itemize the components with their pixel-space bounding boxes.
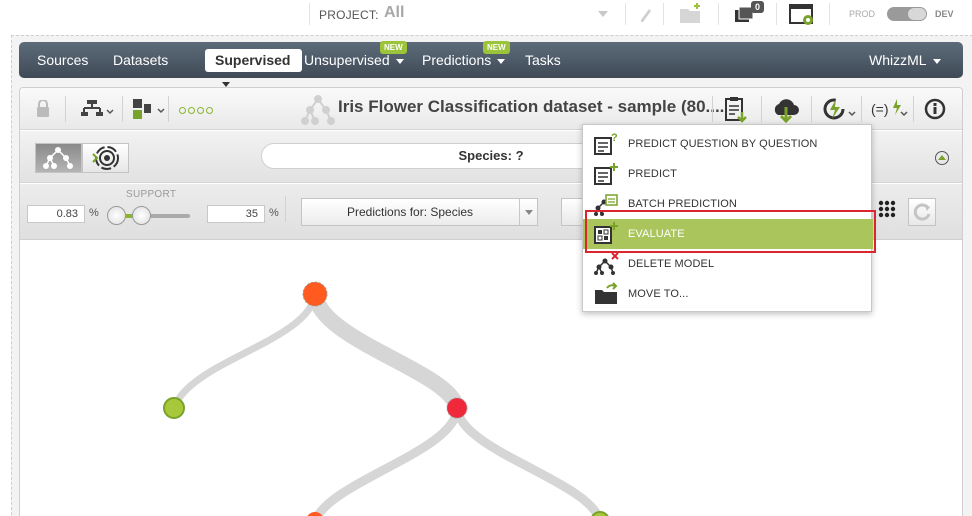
- sunburst-view-button[interactable]: [82, 143, 129, 173]
- menu-item-predict-question[interactable]: ? PREDICT QUESTION BY QUESTION: [583, 129, 873, 159]
- tree-branch: [452, 406, 603, 516]
- predict-question-icon: ?: [594, 132, 618, 155]
- chevron-down-icon: [932, 58, 941, 64]
- divider: [829, 3, 830, 25]
- divider: [761, 96, 762, 122]
- toggle-knob: [908, 8, 926, 20]
- tree-node-root[interactable]: [302, 281, 328, 307]
- predict-icon: [594, 163, 618, 185]
- refresh-button[interactable]: [908, 198, 936, 226]
- settings-window-icon[interactable]: [789, 3, 817, 25]
- divider: [663, 3, 664, 25]
- slider-handle-left[interactable]: [107, 206, 126, 225]
- main-nav: Sources Datasets Supervised Unsupervised…: [19, 41, 963, 87]
- refresh-icon: [913, 203, 931, 221]
- divider: [861, 96, 862, 122]
- grid-dots-icon[interactable]: [877, 199, 901, 223]
- nav-unsupervised-label: Unsupervised: [304, 52, 390, 68]
- divider: [776, 3, 777, 25]
- whizzml-script-icon[interactable]: (=): [870, 97, 908, 121]
- support-unit: %: [269, 207, 279, 219]
- chevron-down-icon: [395, 58, 404, 64]
- new-folder-icon[interactable]: [678, 3, 704, 25]
- menu-item-predict[interactable]: PREDICT: [583, 159, 873, 189]
- divider: [625, 3, 626, 25]
- nav-supervised[interactable]: Supervised: [205, 49, 302, 87]
- cloud-download-icon[interactable]: [772, 96, 800, 124]
- divider: [309, 3, 310, 25]
- slider-handle-right[interactable]: [132, 206, 151, 225]
- predictions-for-select[interactable]: Predictions for: Species: [301, 198, 538, 226]
- actions-lightning-icon[interactable]: [822, 97, 856, 121]
- predictions-for-value: Predictions for: Species: [347, 205, 474, 219]
- svg-text:(=): (=): [871, 101, 889, 117]
- project-label: PROJECT:: [319, 8, 379, 22]
- dataset-title[interactable]: Iris Flower Classification dataset - sam…: [338, 97, 724, 117]
- tree-node-split[interactable]: [446, 397, 468, 419]
- chevron-down-icon: [519, 199, 537, 225]
- tree-branch: [170, 293, 319, 410]
- model-tree-icon: [301, 95, 335, 125]
- nav-whizzml-label: WhizzML: [869, 52, 927, 68]
- tree-branch: [312, 407, 462, 516]
- notification-badge: 0: [751, 1, 764, 13]
- app-root: PROJECT: All 0 PROD DEV Sources Datasets…: [0, 0, 972, 516]
- chevron-down-icon[interactable]: [598, 11, 608, 17]
- project-selector[interactable]: All: [384, 4, 404, 22]
- divider: [811, 96, 812, 122]
- highlight-outline: [585, 210, 876, 253]
- tree-view-button[interactable]: [35, 143, 82, 173]
- menu-item-label: BATCH PREDICTION: [628, 198, 737, 210]
- chevron-down-icon: [497, 58, 506, 64]
- nav-datasets[interactable]: Datasets: [113, 42, 168, 78]
- confidence-input[interactable]: 0.83: [27, 205, 85, 223]
- tree-view-icon: [43, 147, 73, 169]
- confidence-unit: %: [89, 207, 99, 219]
- field-importance-icon[interactable]: [131, 97, 165, 121]
- menu-item-move-to[interactable]: MOVE TO...: [583, 279, 873, 309]
- tree-layout-icon[interactable]: [80, 99, 114, 119]
- svg-text:?: ?: [611, 132, 618, 144]
- project-bar: PROJECT: All 0 PROD DEV: [0, 0, 972, 30]
- divider: [913, 96, 914, 122]
- tree-branch: [307, 291, 465, 411]
- divider: [168, 96, 169, 122]
- menu-item-delete-model[interactable]: DELETE MODEL: [583, 249, 873, 279]
- clipboard-download-icon[interactable]: [723, 96, 749, 124]
- sunburst-view-icon: [92, 146, 119, 170]
- menu-item-label: PREDICT QUESTION BY QUESTION: [628, 138, 818, 150]
- divider: [718, 3, 719, 25]
- new-badge: NEW: [483, 41, 510, 54]
- menu-item-label: DELETE MODEL: [628, 258, 715, 270]
- tree-node-leaf[interactable]: [163, 397, 185, 419]
- support-input[interactable]: 35: [207, 205, 265, 223]
- menu-item-label: PREDICT: [628, 168, 677, 180]
- divider: [285, 196, 286, 222]
- divider: [65, 96, 66, 122]
- move-to-icon: [595, 282, 618, 304]
- info-icon[interactable]: [924, 98, 946, 120]
- divider: [122, 96, 123, 122]
- prod-label: PROD: [849, 9, 876, 19]
- collapse-up-icon[interactable]: [935, 151, 949, 165]
- delete-model-icon: [594, 252, 619, 275]
- nav-predictions-label: Predictions: [422, 52, 492, 68]
- new-badge: NEW: [380, 41, 407, 54]
- nav-supervised-label: Supervised: [215, 52, 291, 68]
- divider: [712, 96, 713, 122]
- nav-whizzml[interactable]: WhizzML: [869, 42, 941, 78]
- dev-label: DEV: [935, 9, 954, 19]
- prod-dev-toggle[interactable]: [887, 7, 927, 21]
- nav-tasks[interactable]: Tasks: [525, 42, 561, 78]
- nav-sources[interactable]: Sources: [37, 42, 88, 78]
- support-label: SUPPORT: [126, 189, 177, 200]
- lock-icon[interactable]: [36, 100, 50, 118]
- menu-item-label: MOVE TO...: [628, 288, 689, 300]
- pencil-icon[interactable]: [638, 3, 652, 25]
